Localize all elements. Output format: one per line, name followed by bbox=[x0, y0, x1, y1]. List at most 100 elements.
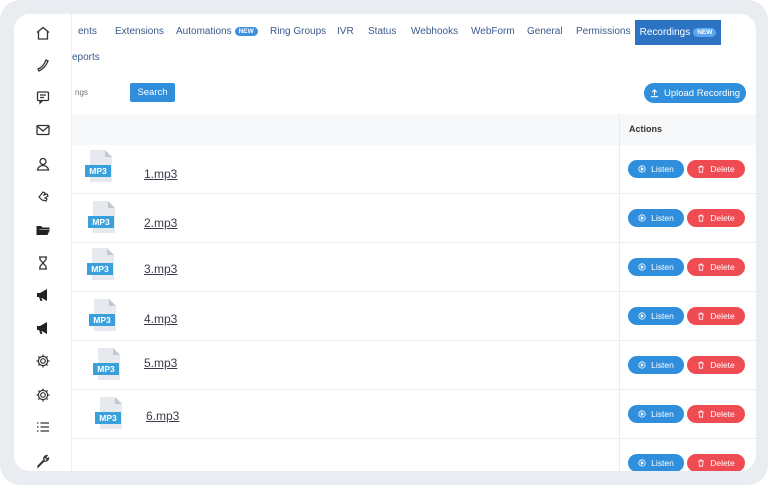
table-row: MP3 6.mp3 Listen Delete bbox=[72, 390, 756, 439]
window-frame: ents Extensions Automations NEW Ring Grou… bbox=[0, 0, 768, 485]
message-icon[interactable] bbox=[33, 87, 53, 107]
delete-button[interactable]: Delete bbox=[687, 454, 745, 471]
mp3-badge: MP3 bbox=[89, 166, 107, 176]
table-header: Actions bbox=[72, 114, 756, 145]
listen-button[interactable]: Listen bbox=[628, 454, 684, 471]
column-divider bbox=[619, 114, 620, 145]
mp3-file-icon: MP3 bbox=[87, 248, 114, 280]
gear-icon[interactable] bbox=[33, 351, 53, 371]
recording-file-link[interactable]: 3.mp3 bbox=[144, 262, 177, 276]
recordings-table: Actions MP3 1.mp3 Listen Delete MP3 2.mp3 List… bbox=[72, 114, 756, 471]
tab-general[interactable]: General bbox=[527, 26, 563, 37]
tab-webhooks[interactable]: Webhooks bbox=[411, 26, 458, 37]
tab-permissions[interactable]: Permissions bbox=[576, 26, 630, 37]
listen-label: Listen bbox=[651, 458, 674, 468]
listen-button[interactable]: Listen bbox=[628, 307, 684, 325]
tab-automations-label: Automations bbox=[176, 26, 232, 37]
column-divider bbox=[619, 145, 620, 193]
table-row: MP3 2.mp3 Listen Delete bbox=[72, 194, 756, 243]
mp3-file-icon: MP3 bbox=[88, 201, 115, 233]
table-row: MP3 5.mp3 Listen Delete bbox=[72, 341, 756, 390]
user-icon[interactable] bbox=[33, 154, 53, 174]
play-circle-icon bbox=[638, 312, 646, 320]
column-divider bbox=[619, 194, 620, 242]
table-row: MP3 3.mp3 Listen Delete bbox=[72, 243, 756, 292]
tab-automations[interactable]: Automations NEW bbox=[176, 26, 258, 37]
megaphone-icon[interactable] bbox=[33, 285, 53, 305]
list-icon[interactable] bbox=[33, 417, 53, 437]
recording-file-link[interactable]: 5.mp3 bbox=[144, 356, 177, 370]
mp3-file-icon: MP3 bbox=[93, 348, 120, 380]
mp3-badge: MP3 bbox=[93, 315, 111, 325]
listen-button[interactable]: Listen bbox=[628, 258, 684, 276]
upload-recording-button[interactable]: Upload Recording bbox=[644, 83, 746, 103]
tab-recordings[interactable]: Recordings NEW bbox=[635, 20, 721, 45]
table-row: Listen Delete bbox=[72, 439, 756, 471]
trash-icon bbox=[698, 263, 705, 271]
delete-label: Delete bbox=[710, 458, 735, 468]
delete-button[interactable]: Delete bbox=[687, 160, 745, 178]
trash-icon bbox=[698, 165, 705, 173]
trash-icon bbox=[698, 361, 705, 369]
delete-button[interactable]: Delete bbox=[687, 258, 745, 276]
upload-icon bbox=[650, 88, 659, 97]
play-circle-icon bbox=[638, 214, 646, 222]
upload-recording-label: Upload Recording bbox=[663, 87, 741, 99]
tab-status[interactable]: Status bbox=[368, 26, 396, 37]
listen-label: Listen bbox=[651, 409, 674, 419]
listen-button[interactable]: Listen bbox=[628, 209, 684, 227]
listen-button[interactable]: Listen bbox=[628, 356, 684, 374]
column-divider bbox=[619, 243, 620, 291]
listen-label: Listen bbox=[651, 164, 674, 174]
search-button[interactable]: Search bbox=[130, 83, 175, 102]
tab-webform[interactable]: WebForm bbox=[471, 26, 515, 37]
megaphone-icon[interactable] bbox=[33, 318, 53, 338]
play-circle-icon bbox=[638, 459, 646, 467]
trash-icon bbox=[698, 312, 705, 320]
delete-label: Delete bbox=[710, 360, 735, 370]
delete-label: Delete bbox=[710, 409, 735, 419]
trash-icon bbox=[698, 410, 705, 418]
recording-file-link[interactable]: 1.mp3 bbox=[144, 167, 177, 181]
listen-button[interactable]: Listen bbox=[628, 160, 684, 178]
column-divider bbox=[619, 292, 620, 340]
delete-button[interactable]: Delete bbox=[687, 405, 745, 423]
mail-icon[interactable] bbox=[33, 120, 53, 140]
hourglass-icon[interactable] bbox=[33, 253, 53, 273]
phone-icon[interactable] bbox=[33, 54, 53, 74]
mp3-badge: MP3 bbox=[97, 364, 115, 374]
actions-header: Actions bbox=[629, 124, 663, 134]
column-divider bbox=[619, 439, 620, 471]
tab-agents[interactable]: ents bbox=[78, 26, 97, 37]
mp3-file-icon: MP3 bbox=[89, 299, 116, 331]
listen-label: Listen bbox=[651, 311, 674, 321]
column-divider bbox=[619, 390, 620, 438]
tab-ring-groups[interactable]: Ring Groups bbox=[270, 26, 326, 37]
hand-icon[interactable] bbox=[33, 186, 53, 206]
tab-ivr[interactable]: IVR bbox=[337, 26, 354, 37]
gear-icon[interactable] bbox=[33, 385, 53, 405]
recording-file-link[interactable]: 4.mp3 bbox=[144, 312, 177, 326]
play-circle-icon bbox=[638, 410, 646, 418]
folder-icon[interactable] bbox=[33, 220, 53, 240]
listen-label: Listen bbox=[651, 262, 674, 272]
mp3-file-icon: MP3 bbox=[85, 150, 112, 182]
home-icon[interactable] bbox=[33, 23, 53, 43]
tab-reports[interactable]: eports bbox=[72, 52, 100, 63]
search-input[interactable] bbox=[64, 83, 130, 102]
recording-file-link[interactable]: 6.mp3 bbox=[146, 409, 179, 423]
tab-recordings-label: Recordings bbox=[639, 27, 691, 38]
delete-label: Delete bbox=[710, 311, 735, 321]
tab-extensions[interactable]: Extensions bbox=[115, 26, 164, 37]
recording-file-link[interactable]: 2.mp3 bbox=[144, 216, 177, 230]
listen-label: Listen bbox=[651, 360, 674, 370]
delete-button[interactable]: Delete bbox=[687, 307, 745, 325]
delete-label: Delete bbox=[710, 164, 735, 174]
delete-button[interactable]: Delete bbox=[687, 209, 745, 227]
listen-button[interactable]: Listen bbox=[628, 405, 684, 423]
tab-bar: ents Extensions Automations NEW Ring Grou… bbox=[72, 14, 756, 50]
trash-icon bbox=[698, 214, 705, 222]
wrench-icon[interactable] bbox=[33, 451, 53, 471]
delete-button[interactable]: Delete bbox=[687, 356, 745, 374]
mp3-badge: MP3 bbox=[92, 217, 110, 227]
